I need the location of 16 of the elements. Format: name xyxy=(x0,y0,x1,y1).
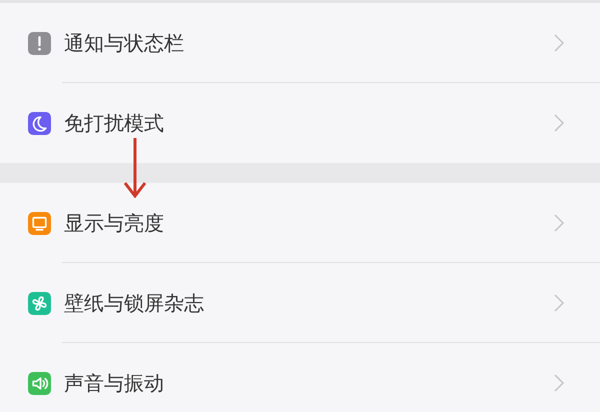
settings-row[interactable]: 通知与状态栏 xyxy=(0,3,600,83)
chevron-right-icon xyxy=(554,374,564,392)
chevron-right-icon xyxy=(554,114,564,132)
chevron-right-icon xyxy=(554,214,564,232)
chevron-right-icon xyxy=(554,294,564,312)
row-label: 通知与状态栏 xyxy=(64,30,184,57)
settings-row[interactable]: 声音与振动 xyxy=(0,343,600,412)
row-label: 免打扰模式 xyxy=(64,110,164,137)
settings-row[interactable]: 显示与亮度 xyxy=(0,183,600,263)
down-arrow-icon xyxy=(122,138,148,198)
row-label: 声音与振动 xyxy=(64,370,164,397)
settings-row[interactable]: 免打扰模式 xyxy=(0,83,600,163)
settings-row[interactable]: 壁纸与锁屏杂志 xyxy=(0,263,600,343)
row-label: 显示与亮度 xyxy=(64,210,164,237)
chevron-right-icon xyxy=(554,34,564,52)
row-label: 壁纸与锁屏杂志 xyxy=(64,290,204,317)
